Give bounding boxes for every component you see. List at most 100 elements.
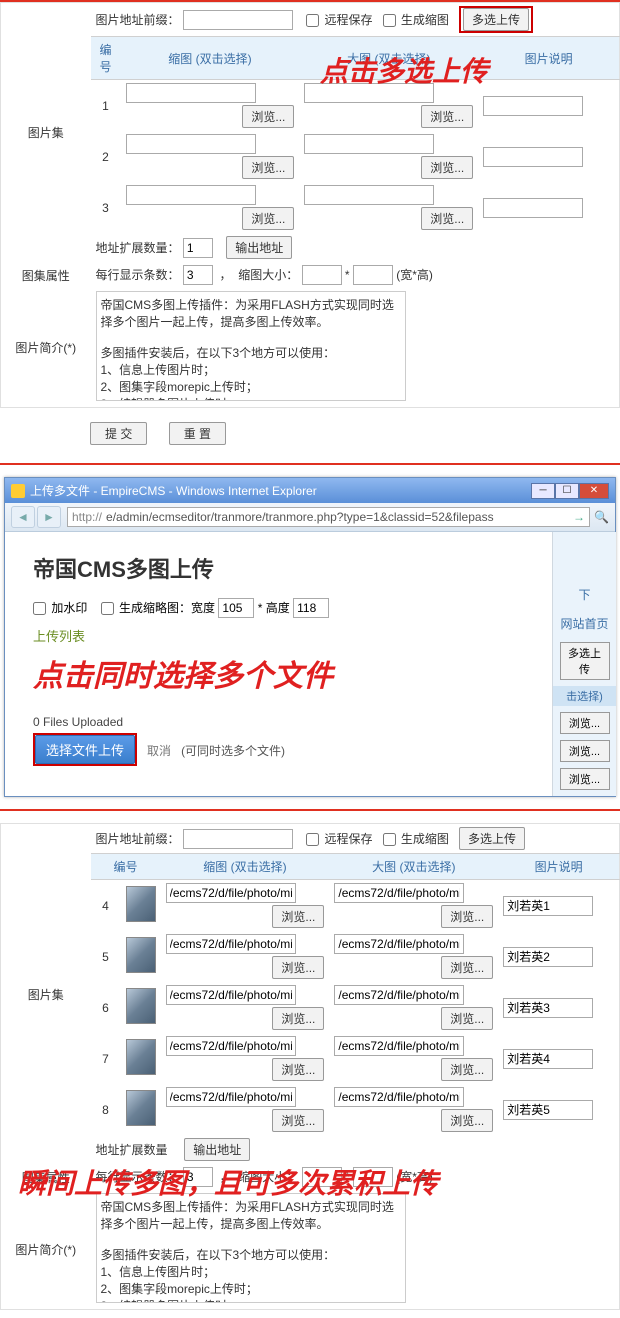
browse-button[interactable]: 浏览... bbox=[421, 156, 473, 179]
submit-button[interactable]: 提 交 bbox=[90, 422, 147, 445]
per-row-input[interactable] bbox=[183, 265, 213, 285]
browse-button[interactable]: 浏览... bbox=[441, 956, 493, 979]
caption-input[interactable] bbox=[483, 96, 583, 116]
gen-thumb-checkbox[interactable] bbox=[383, 14, 396, 27]
multi-upload-button[interactable]: 多选上传 bbox=[463, 8, 529, 31]
caption-input[interactable] bbox=[503, 947, 593, 967]
thumbnail-image[interactable] bbox=[126, 988, 156, 1024]
thumb-input[interactable] bbox=[166, 1036, 296, 1056]
browse-button[interactable]: 浏览... bbox=[560, 768, 610, 790]
browse-button[interactable]: 浏览... bbox=[242, 207, 294, 230]
select-file-highlight: 选择文件上传 bbox=[33, 733, 137, 766]
browse-button[interactable]: 浏览... bbox=[242, 156, 294, 179]
browse-button[interactable]: 浏览... bbox=[441, 1007, 493, 1030]
thumb-input[interactable] bbox=[166, 1087, 296, 1107]
browse-button[interactable]: 浏览... bbox=[272, 1058, 324, 1081]
browse-button[interactable]: 浏览... bbox=[272, 1007, 324, 1030]
thumb-input[interactable] bbox=[126, 185, 256, 205]
thumbnail-image[interactable] bbox=[126, 1039, 156, 1075]
intro-textarea[interactable]: 帝国CMS多图上传插件：为采用FLASH方式实现同时选择多个图片一起上传，提高多… bbox=[96, 1193, 406, 1303]
table-row: 8 浏览... 浏览... bbox=[1, 1084, 620, 1135]
remote-save-label: 远程保存 bbox=[325, 13, 373, 27]
output-button[interactable]: 输出地址 bbox=[184, 1138, 250, 1161]
thumb-input[interactable] bbox=[166, 985, 296, 1005]
browse-button[interactable]: 浏览... bbox=[272, 1109, 324, 1132]
thumb-input[interactable] bbox=[166, 883, 296, 903]
caption-input[interactable] bbox=[483, 198, 583, 218]
multi-upload-button[interactable]: 多选上传 bbox=[459, 827, 525, 850]
search-icon[interactable]: 🔍 bbox=[594, 510, 609, 524]
cancel-link[interactable]: 取消 bbox=[147, 744, 171, 758]
browse-button[interactable]: 浏览... bbox=[441, 1109, 493, 1132]
prefix-label: 图片地址前缀： bbox=[96, 13, 180, 27]
thumbnail-image[interactable] bbox=[126, 886, 156, 922]
browse-button[interactable]: 浏览... bbox=[421, 207, 473, 230]
extend-count-input[interactable] bbox=[183, 238, 213, 258]
thumb-width-input[interactable] bbox=[302, 265, 342, 285]
thumb-height-input[interactable] bbox=[353, 265, 393, 285]
big-input[interactable] bbox=[334, 934, 464, 954]
gen-thumb-label: 生成缩略图：宽度 bbox=[119, 601, 215, 615]
remote-save-checkbox[interactable] bbox=[306, 14, 319, 27]
nav-next[interactable]: 下 bbox=[553, 582, 616, 607]
thumb-checkbox[interactable] bbox=[101, 602, 114, 615]
big-input[interactable] bbox=[304, 185, 434, 205]
thumb-input[interactable] bbox=[126, 134, 256, 154]
watermark-checkbox[interactable] bbox=[33, 602, 46, 615]
prefix-input[interactable] bbox=[183, 10, 293, 30]
back-button[interactable]: ◄ bbox=[11, 506, 35, 528]
bottom-buttons: 提 交 重 置 bbox=[0, 416, 620, 451]
thumb-height-input[interactable] bbox=[293, 598, 329, 618]
browse-button[interactable]: 浏览... bbox=[560, 712, 610, 734]
thumbnail-image[interactable] bbox=[126, 937, 156, 973]
prefix-input[interactable] bbox=[183, 829, 293, 849]
thumb-input[interactable] bbox=[126, 83, 256, 103]
go-icon[interactable]: → bbox=[573, 510, 585, 524]
callout-instant-upload: 瞬间上传多图，且可多次累积上传 bbox=[18, 1162, 438, 1202]
browse-button[interactable]: 浏览... bbox=[421, 105, 473, 128]
section-label-imageset: 图片集 bbox=[1, 3, 91, 263]
browse-button[interactable]: 浏览... bbox=[272, 956, 324, 979]
browse-button[interactable]: 浏览... bbox=[560, 740, 610, 762]
gen-thumb-checkbox[interactable] bbox=[383, 833, 396, 846]
multi-upload-button[interactable]: 多选上传 bbox=[560, 642, 610, 680]
browse-button[interactable]: 浏览... bbox=[242, 105, 294, 128]
big-input[interactable] bbox=[334, 985, 464, 1005]
caption-input[interactable] bbox=[503, 896, 593, 916]
browse-button[interactable]: 浏览... bbox=[272, 905, 324, 928]
section-label-imageset: 图片集 bbox=[1, 824, 91, 1165]
ie-titlebar: 上传多文件 - EmpireCMS - Windows Internet Exp… bbox=[5, 478, 615, 503]
url-bar[interactable]: http:// e/admin/ecmseditor/tranmore/tran… bbox=[67, 507, 590, 527]
extend-label: 地址扩展数量 bbox=[96, 1143, 168, 1157]
thumb-width-input[interactable] bbox=[218, 598, 254, 618]
caption-input[interactable] bbox=[503, 998, 593, 1018]
right-strip: 下 网站首页 多选上传 击选择) 浏览... 浏览... 浏览... bbox=[552, 532, 616, 796]
big-input[interactable] bbox=[334, 1087, 464, 1107]
ie-body: 帝国CMS多图上传 加水印 生成缩略图：宽度 * 高度 上传列表 点击同时选择多… bbox=[5, 532, 551, 796]
browse-button[interactable]: 浏览... bbox=[441, 1058, 493, 1081]
ie-favicon-icon bbox=[11, 484, 25, 498]
caption-input[interactable] bbox=[503, 1049, 593, 1069]
caption-input[interactable] bbox=[483, 147, 583, 167]
extend-row: 地址扩展数量 输出地址 bbox=[91, 1135, 620, 1164]
select-files-button[interactable]: 选择文件上传 bbox=[35, 735, 135, 764]
maximize-button[interactable]: ☐ bbox=[555, 483, 579, 499]
browse-button[interactable]: 浏览... bbox=[441, 905, 493, 928]
thumb-input[interactable] bbox=[166, 934, 296, 954]
row-no: 6 bbox=[91, 982, 121, 1033]
thumbnail-image[interactable] bbox=[126, 1090, 156, 1126]
remote-save-checkbox[interactable] bbox=[306, 833, 319, 846]
col-big: 大图 (双击选择) bbox=[329, 854, 498, 880]
forward-button[interactable]: ► bbox=[37, 506, 61, 528]
big-input[interactable] bbox=[304, 134, 434, 154]
caption-input[interactable] bbox=[503, 1100, 593, 1120]
reset-button[interactable]: 重 置 bbox=[169, 422, 226, 445]
big-input[interactable] bbox=[334, 883, 464, 903]
close-button[interactable]: ✕ bbox=[579, 483, 609, 499]
nav-home[interactable]: 网站首页 bbox=[553, 611, 616, 636]
intro-textarea[interactable]: 帝国CMS多图上传插件：为采用FLASH方式实现同时选择多个图片一起上传，提高多… bbox=[96, 291, 406, 401]
output-button[interactable]: 输出地址 bbox=[226, 236, 292, 259]
per-row-label: 每行显示条数： bbox=[96, 268, 180, 282]
minimize-button[interactable]: ─ bbox=[531, 483, 555, 499]
big-input[interactable] bbox=[334, 1036, 464, 1056]
